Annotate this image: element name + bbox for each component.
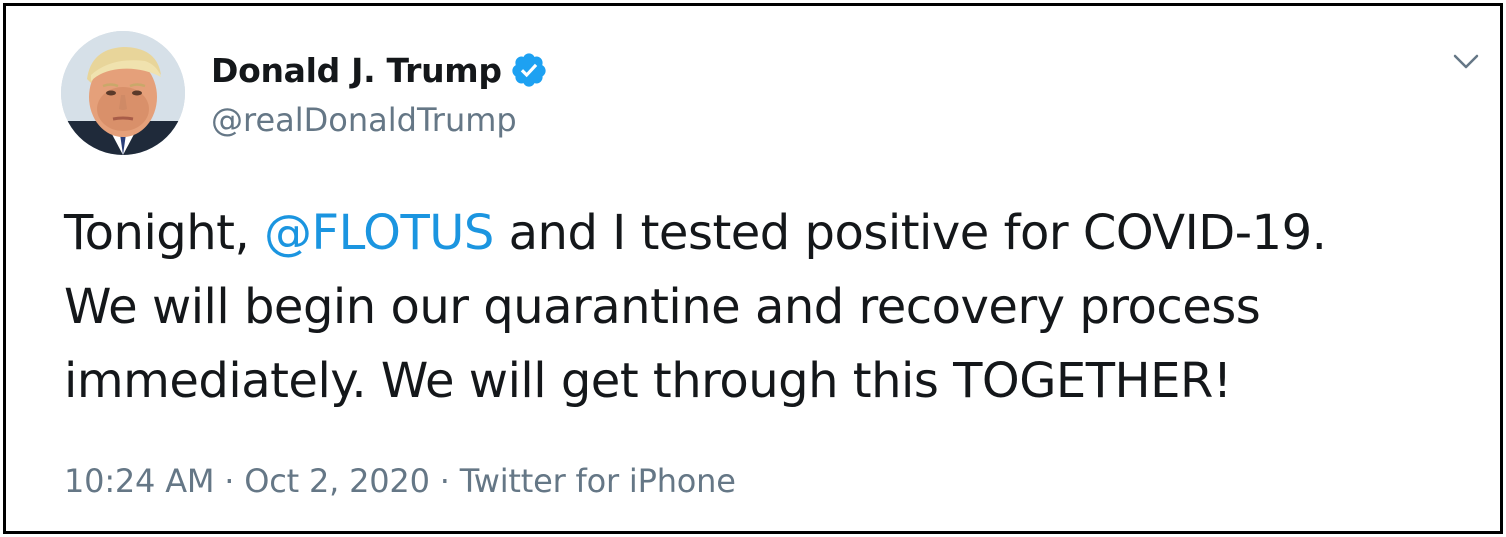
more-options-button[interactable] (1446, 44, 1486, 84)
tweet-text-after-mention: and I tested positive for COVID-19. (493, 205, 1327, 261)
mention-link[interactable]: @FLOTUS (264, 205, 494, 261)
tweet-line-2: We will begin our quarantine and recover… (64, 279, 1261, 335)
tweet-source[interactable]: Twitter for iPhone (460, 462, 736, 500)
display-name[interactable]: Donald J. Trump (211, 51, 502, 90)
tweet-line-3: immediately. We will get through this TO… (64, 353, 1232, 409)
meta-separator: · (439, 462, 450, 500)
tweet-time[interactable]: 10:24 AM (64, 462, 214, 500)
avatar[interactable] (61, 31, 185, 155)
name-row: Donald J. Trump (211, 48, 548, 92)
avatar-image (61, 31, 185, 155)
tweet-line-1: Tonight, @FLOTUS and I tested positive f… (64, 196, 1464, 270)
tweet-text: Tonight, @FLOTUS and I tested positive f… (64, 196, 1464, 418)
tweet-date[interactable]: Oct 2, 2020 (244, 462, 430, 500)
tweet-text-before-mention: Tonight, (64, 205, 265, 261)
verified-badge-icon (510, 51, 548, 89)
chevron-down-icon (1452, 53, 1480, 75)
tweet-card: Donald J. Trump @realDonaldTrump Tonight… (3, 3, 1503, 534)
user-handle[interactable]: @realDonaldTrump (211, 101, 517, 139)
meta-separator: · (224, 462, 235, 500)
tweet-meta: 10:24 AM · Oct 2, 2020 · Twitter for iPhone (64, 462, 736, 500)
